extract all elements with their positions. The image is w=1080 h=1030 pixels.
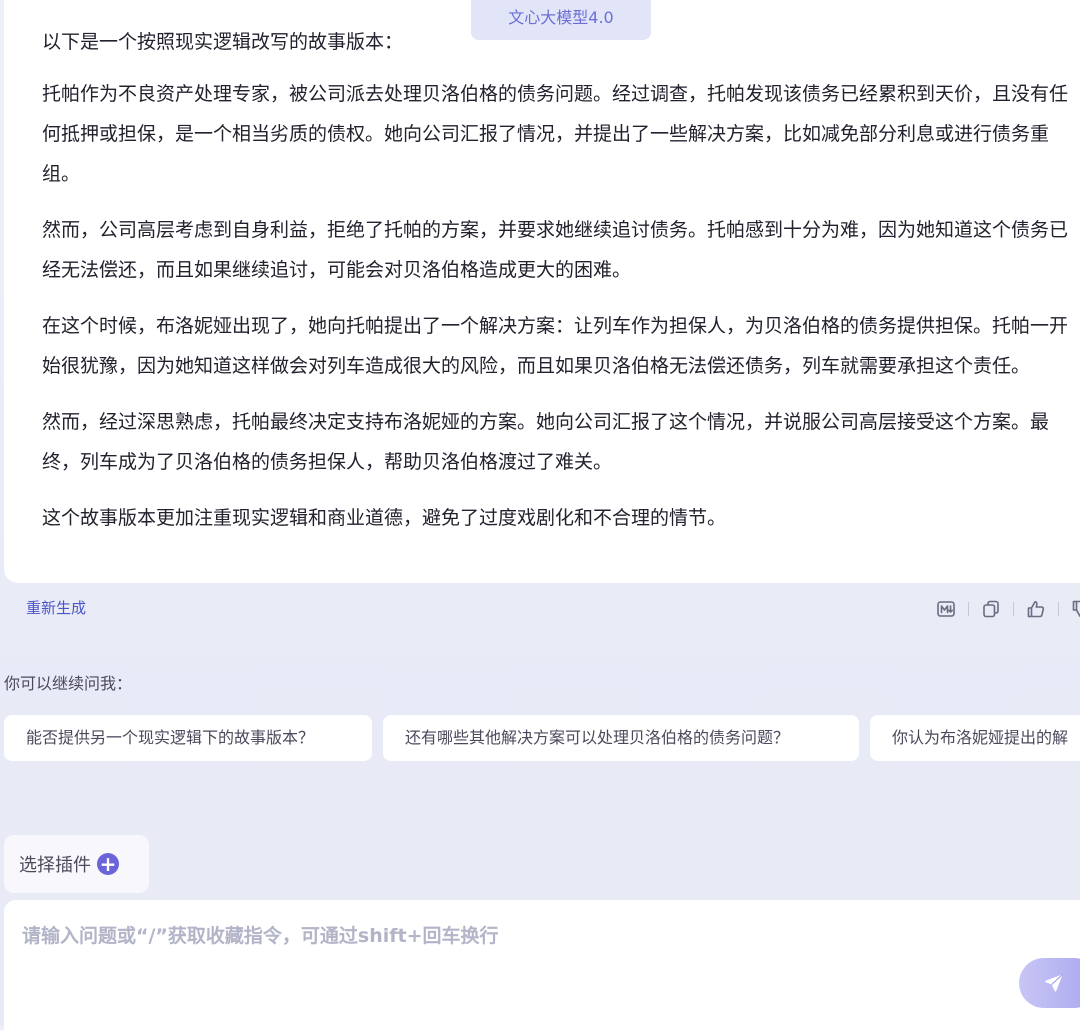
select-plugin-button[interactable]: 选择插件 + [4,835,149,893]
toolbar-divider [1058,602,1059,616]
answer-card: 以下是一个按照现实逻辑改写的故事版本： 托帕作为不良资产处理专家，被公司派去处理… [4,0,1080,583]
markdown-icon[interactable] [934,597,958,621]
toolbar-divider [968,602,969,616]
answer-paragraph: 在这个时候，布洛妮娅出现了，她向托帕提出了一个解决方案：让列车作为担保人，为贝洛… [42,315,1069,377]
thumbs-up-icon[interactable] [1024,597,1048,621]
suggestion-chip[interactable]: 还有哪些其他解决方案可以处理贝洛伯格的债务问题？ [383,715,859,761]
model-badge[interactable]: 文心大模型4.0 [471,0,651,40]
chat-page: 以下是一个按照现实逻辑改写的故事版本： 托帕作为不良资产处理专家，被公司派去处理… [0,0,1080,1030]
answer-paragraph: 托帕作为不良资产处理专家，被公司派去处理贝洛伯格的债务问题。经过调查，托帕发现该… [42,83,1069,185]
copy-icon[interactable] [979,597,1003,621]
thumbs-down-icon[interactable] [1069,597,1080,621]
send-button[interactable] [1019,958,1080,1008]
paper-plane-icon [1045,973,1064,992]
select-plugin-label: 选择插件 [19,855,91,876]
answer-paragraph: 然而，公司高层考虑到自身利益，拒绝了托帕的方案，并要求她继续追讨债务。托帕感到十… [42,219,1069,281]
plus-circle-icon: + [97,853,119,875]
toolbar-divider [1013,602,1014,616]
answer-paragraph: 然而，经过深思熟虑，托帕最终决定支持布洛妮娅的方案。她向公司汇报了这个情况，并说… [42,411,1050,473]
answer-paragraph: 这个故事版本更加注重现实逻辑和商业道德，避免了过度戏剧化和不合理的情节。 [42,507,727,529]
answer-text: 以下是一个按照现实逻辑改写的故事版本： 托帕作为不良资产处理专家，被公司派去处理… [42,22,1072,554]
suggestion-chip[interactable]: 你认为布洛妮娅提出的解 [870,715,1080,761]
question-input[interactable] [20,918,1004,954]
regenerate-button[interactable]: 重新生成 [26,597,86,619]
answer-toolbar [934,596,1080,622]
input-area [4,900,1080,1030]
suggestions-label: 你可以继续问我： [4,674,133,693]
suggestion-chip[interactable]: 能否提供另一个现实逻辑下的故事版本？ [4,715,372,761]
